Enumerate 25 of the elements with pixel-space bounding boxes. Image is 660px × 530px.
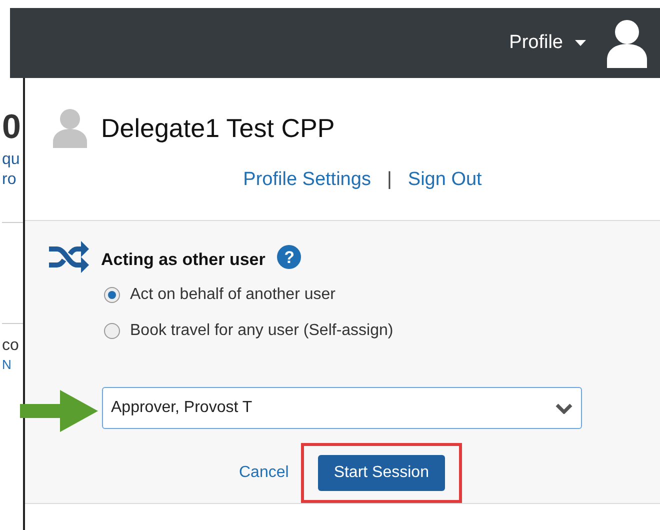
- radio-button[interactable]: [104, 323, 120, 339]
- avatar-icon[interactable]: [606, 18, 648, 68]
- arrow-icon: [20, 390, 98, 432]
- help-icon[interactable]: ?: [277, 245, 302, 269]
- page-text: ro: [2, 170, 18, 190]
- caret-icon: [575, 40, 586, 46]
- profile-menu[interactable]: Profile: [509, 28, 586, 58]
- radio-option[interactable]: Book travel for any user (Self-assign): [104, 319, 660, 343]
- sign-out-link[interactable]: Sign Out: [408, 166, 482, 194]
- profile-settings-link[interactable]: Profile Settings: [243, 166, 371, 194]
- shuffle-icon: [49, 241, 89, 273]
- radio-option[interactable]: Act on behalf of another user: [104, 283, 660, 307]
- cancel-link[interactable]: Cancel: [239, 461, 289, 485]
- page-text: co: [2, 336, 20, 356]
- start-session-button[interactable]: Start Session: [318, 455, 445, 491]
- page-text: N: [2, 356, 12, 374]
- page-text: 0: [2, 110, 22, 144]
- user-icon: [53, 108, 87, 148]
- chevron-down-icon: [555, 402, 573, 414]
- radio-button[interactable]: [104, 287, 120, 303]
- section-title: Acting as other user: [101, 249, 266, 272]
- link-separator: |: [386, 168, 392, 192]
- user-select-field[interactable]: Approver, Provost T: [102, 387, 582, 429]
- page-text: qu: [2, 150, 21, 170]
- user-name: Delegate1 Test CPP: [101, 112, 335, 144]
